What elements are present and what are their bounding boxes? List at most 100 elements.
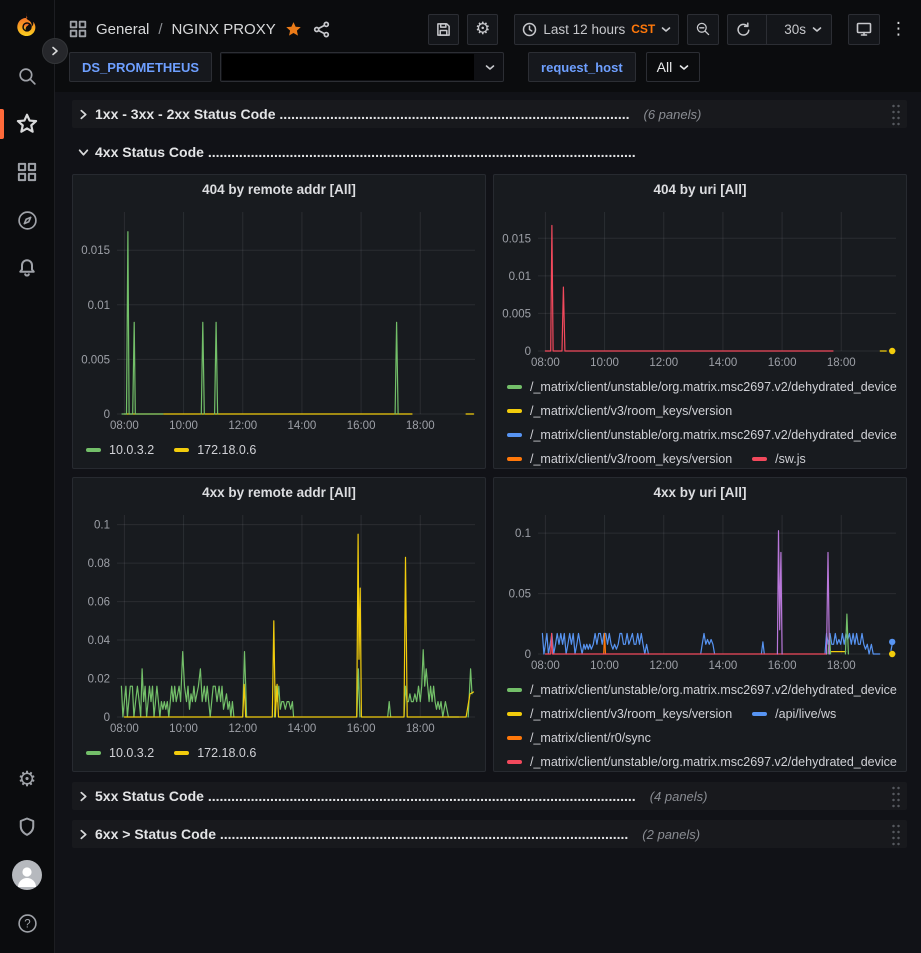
svg-text:10:00: 10:00: [169, 420, 198, 432]
legend-swatch: [174, 751, 189, 755]
dashboard-row-header[interactable]: 1xx - 3xx - 2xx Status Code ............…: [72, 100, 907, 128]
svg-text:16:00: 16:00: [768, 660, 797, 672]
shield-icon: [17, 817, 37, 837]
zoom-out-icon: [695, 21, 711, 37]
panel-title[interactable]: 404 by remote addr [All]: [73, 175, 485, 204]
svg-text:14:00: 14:00: [709, 357, 738, 369]
legend-item[interactable]: 10.0.3.2: [86, 741, 154, 765]
legend-swatch: [507, 433, 522, 437]
legend-swatch: [507, 736, 522, 740]
panel-title[interactable]: 4xx by remote addr [All]: [73, 478, 485, 507]
legend-swatch: [752, 457, 767, 461]
legend-label: /_matrix/client/r0/sync: [530, 726, 651, 750]
legend-item[interactable]: /api/live/ws: [752, 702, 836, 726]
zoom-out-time-button[interactable]: [687, 14, 719, 45]
chart-plot-area[interactable]: 08:0010:0012:0014:0016:0018:0000.020.040…: [73, 507, 485, 738]
dashboard-row-header[interactable]: 5xx Status Code ........................…: [72, 782, 907, 810]
legend-item[interactable]: /_matrix/client/unstable/org.matrix.msc2…: [507, 375, 897, 399]
legend-item[interactable]: /_matrix/client/v3/room_keys/version: [507, 399, 732, 423]
dashboard-row-header[interactable]: 4xx Status Code ........................…: [72, 138, 907, 166]
breadcrumb-section[interactable]: General: [96, 21, 149, 38]
legend: /_matrix/client/unstable/org.matrix.msc2…: [494, 372, 906, 469]
save-dashboard-button[interactable]: [428, 14, 459, 45]
sidebar-expand-button[interactable]: [42, 38, 68, 64]
svg-text:08:00: 08:00: [531, 660, 560, 672]
variable-label-request-host: request_host: [528, 52, 636, 82]
legend-item[interactable]: 172.18.0.6: [174, 741, 256, 765]
sidebar-item-configuration[interactable]: ⚙: [0, 755, 55, 803]
svg-text:16:00: 16:00: [347, 723, 376, 735]
variables-bar: DS_PROMETHEUS request_host All: [69, 48, 909, 92]
refresh-button[interactable]: [728, 15, 758, 44]
chevron-down-icon: [679, 64, 689, 71]
dashboard-settings-button[interactable]: ⚙: [467, 14, 498, 45]
svg-text:10:00: 10:00: [590, 660, 619, 672]
row-drag-handle[interactable]: [891, 784, 901, 808]
chart-plot-area[interactable]: 08:0010:0012:0014:0016:0018:0000.0050.01…: [73, 204, 485, 435]
chevron-down-icon: [661, 26, 671, 33]
legend-item[interactable]: 172.18.0.6: [174, 438, 256, 462]
legend-item[interactable]: /_matrix/client/unstable/org.matrix.msc2…: [507, 678, 897, 702]
row-drag-handle[interactable]: [891, 102, 901, 126]
datasource-select[interactable]: [220, 52, 504, 82]
monitor-icon: [856, 21, 872, 37]
legend-item[interactable]: 10.0.3.2: [86, 438, 154, 462]
dashboard-row-header[interactable]: 6xx > Status Code ......................…: [72, 820, 907, 848]
refresh-interval-dropdown[interactable]: 30s: [775, 22, 831, 37]
star-outline-icon: [16, 113, 38, 135]
row-title: 5xx Status Code ........................…: [95, 788, 636, 804]
redacted-value: [222, 54, 474, 80]
request-host-value: All: [657, 59, 673, 75]
chart-plot-area[interactable]: 08:0010:0012:0014:0016:0018:0000.0050.01…: [494, 204, 906, 372]
legend-label: 10.0.3.2: [109, 438, 154, 462]
svg-text:16:00: 16:00: [347, 420, 376, 432]
sidebar-item-explore[interactable]: [0, 196, 55, 244]
legend-item[interactable]: /sw.js: [752, 447, 806, 469]
legend-swatch: [507, 688, 522, 692]
svg-text:?: ?: [24, 918, 30, 930]
svg-text:18:00: 18:00: [827, 660, 856, 672]
apps-grid-icon: [69, 20, 87, 38]
svg-text:0.01: 0.01: [88, 300, 110, 312]
svg-text:0.005: 0.005: [81, 354, 110, 366]
chart-plot-area[interactable]: 08:0010:0012:0014:0016:0018:0000.050.1: [494, 507, 906, 675]
cycle-view-mode-button[interactable]: [848, 14, 880, 45]
time-range-label: Last 12 hours: [543, 22, 625, 37]
chevron-right-icon: [78, 829, 89, 840]
legend-item[interactable]: /_matrix/client/unstable/org.matrix.msc2…: [507, 423, 897, 447]
svg-text:12:00: 12:00: [228, 723, 257, 735]
panel-title[interactable]: 4xx by uri [All]: [494, 478, 906, 507]
panel: 404 by remote addr [All]08:0010:0012:001…: [72, 174, 486, 469]
sidebar-item-profile[interactable]: [0, 851, 55, 899]
svg-text:08:00: 08:00: [110, 723, 139, 735]
row-title: 4xx Status Code ........................…: [95, 144, 636, 160]
legend-item[interactable]: /_matrix/client/v3/room_keys/version: [507, 702, 732, 726]
svg-text:18:00: 18:00: [406, 723, 435, 735]
sidebar-item-starred[interactable]: [0, 100, 55, 148]
favorite-star-icon[interactable]: [285, 21, 302, 38]
request-host-select[interactable]: All: [646, 52, 701, 82]
sidebar-item-server-admin[interactable]: [0, 803, 55, 851]
kebab-menu-button[interactable]: ⋮: [888, 14, 909, 45]
sidebar-item-alerting[interactable]: [0, 244, 55, 292]
svg-text:08:00: 08:00: [531, 357, 560, 369]
panel: 4xx by remote addr [All]08:0010:0012:001…: [72, 477, 486, 772]
panel-title[interactable]: 404 by uri [All]: [494, 175, 906, 204]
legend-label: /sw.js: [775, 447, 806, 469]
share-icon[interactable]: [313, 21, 330, 38]
sidebar-item-dashboards[interactable]: [0, 148, 55, 196]
bell-icon: [17, 258, 37, 278]
svg-text:0: 0: [525, 346, 531, 358]
legend: /_matrix/client/unstable/org.matrix.msc2…: [494, 675, 906, 772]
legend-swatch: [752, 712, 767, 716]
legend-item[interactable]: /_matrix/client/r0/sync: [507, 726, 651, 750]
svg-text:14:00: 14:00: [709, 660, 738, 672]
time-range-picker[interactable]: Last 12 hours CST: [514, 14, 679, 45]
svg-text:0.02: 0.02: [88, 674, 110, 686]
legend-item[interactable]: /_matrix/client/v3/room_keys/version: [507, 447, 732, 469]
row-panel-count: (4 panels): [650, 789, 708, 804]
sidebar-item-help[interactable]: ?: [0, 899, 55, 947]
legend-item[interactable]: /_matrix/client/unstable/org.matrix.msc2…: [507, 750, 897, 772]
row-drag-handle[interactable]: [891, 822, 901, 846]
legend-swatch: [86, 751, 101, 755]
